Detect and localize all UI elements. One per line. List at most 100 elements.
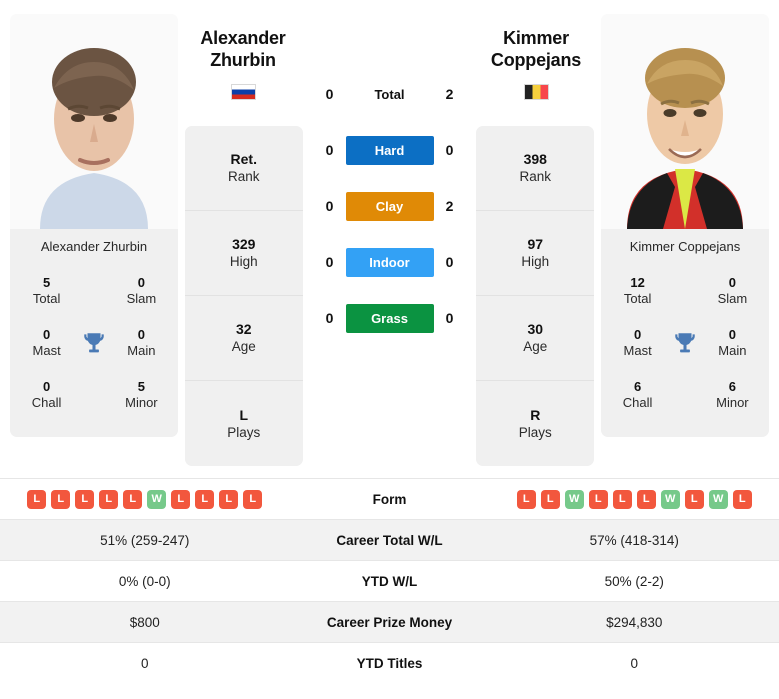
titles-row: 0 Mast 0 Main — [16, 317, 172, 369]
label: Minor — [716, 395, 749, 410]
value: 97 — [527, 236, 544, 253]
form-badge-l: L — [219, 489, 239, 509]
form-badge-l: L — [123, 489, 143, 509]
value: 0 — [633, 326, 642, 342]
titles-main-left: 0 Main — [111, 327, 172, 360]
ytd-titles-left: 0 — [140, 655, 149, 671]
form-badge-w: W — [147, 489, 167, 509]
label: Total — [32, 291, 61, 306]
trophy-icon-glyph — [675, 333, 695, 353]
titles-row: 6 Chall 6 Minor — [607, 369, 763, 421]
h2h-row-indoor: 0 Indoor 0 — [310, 234, 470, 290]
row-label-form: Form — [372, 491, 407, 507]
label: Slam — [717, 291, 748, 306]
row-label-ytd-wl: YTD W/L — [361, 573, 418, 589]
titles-minor-right: 6 Minor — [702, 379, 763, 412]
h2h-left-score: 0 — [325, 86, 334, 102]
flag-russia-icon — [230, 83, 256, 100]
titles-chall-right: 6 Chall — [607, 379, 668, 412]
row-label-career-total-wl: Career Total W/L — [336, 532, 443, 548]
label: Age — [231, 339, 256, 355]
form-badge-l: L — [195, 489, 215, 509]
player-first-name-right: Kimmer — [503, 28, 569, 48]
h2h-surface-total: Total — [374, 86, 405, 102]
player-comparison-page: Alexander Zhurbin 5 Total 0 Slam 0 Mast … — [0, 0, 779, 699]
table-row-ytd-wl: 0% (0-0) YTD W/L 50% (2-2) — [0, 560, 779, 601]
player-name-left: Alexander Zhurbin — [40, 239, 148, 254]
form-badge-l: L — [684, 489, 704, 509]
value: 32 — [235, 321, 252, 338]
form-badge-l: L — [636, 489, 656, 509]
player-header-right: Kimmer Coppejans — [461, 28, 611, 100]
form-badge-l: L — [171, 489, 191, 509]
trophy-icon-glyph — [84, 333, 104, 353]
titles-row: 5 Total 0 Slam — [16, 265, 172, 317]
form-badge-l: L — [612, 489, 632, 509]
h2h-row-clay: 0 Clay 2 — [310, 178, 470, 234]
label: Plays — [518, 424, 552, 440]
player-name-right: Kimmer Coppejans — [629, 239, 741, 254]
titles-grid-left: 5 Total 0 Slam 0 Mast 0 Main 0 Chall 5 M… — [10, 265, 178, 437]
titles-total-left: 5 Total — [16, 275, 77, 308]
label: Mast — [623, 343, 652, 358]
titles-row: 12 Total 0 Slam — [607, 265, 763, 317]
titles-row: 0 Chall 5 Minor — [16, 369, 172, 421]
label: Main — [127, 343, 156, 358]
trophy-icon — [668, 330, 702, 356]
form-badge-l: L — [516, 489, 536, 509]
h2h-left-score: 0 — [325, 254, 334, 270]
player-card-right[interactable]: Kimmer Coppejans 12 Total 0 Slam 0 Mast … — [601, 14, 769, 437]
career-total-wl-left: 51% (259-247) — [100, 532, 190, 548]
value: 5 — [42, 274, 51, 290]
value: 398 — [523, 151, 547, 168]
player-headshot-right-image — [601, 14, 769, 229]
h2h-left-score: 0 — [325, 310, 334, 326]
form-badge-l: L — [540, 489, 560, 509]
table-row-ytd-titles: 0 YTD Titles 0 — [0, 642, 779, 683]
form-badge-l: L — [51, 489, 71, 509]
value: 5 — [137, 378, 145, 394]
stat-plays-right: R Plays — [476, 381, 594, 466]
h2h-left-score: 0 — [325, 142, 334, 158]
stat-rank-left: Ret. Rank — [184, 126, 303, 211]
stat-card-right: 398 Rank 97 High 30 Age R Plays — [476, 126, 595, 466]
flag-belgium-icon — [523, 83, 549, 100]
label: Age — [523, 339, 548, 355]
h2h-right-score: 0 — [445, 310, 454, 326]
value: Ret. — [230, 151, 257, 168]
label: Chall — [622, 395, 653, 410]
h2h-right-score: 0 — [445, 254, 454, 270]
value: 0 — [728, 274, 736, 290]
row-label-career-prize-money: Career Prize Money — [326, 614, 453, 630]
titles-mast-left: 0 Mast — [16, 327, 77, 360]
value: L — [239, 406, 249, 423]
label: Total — [623, 291, 652, 306]
h2h-surface-grass: Grass — [345, 303, 434, 333]
label: Mast — [32, 343, 61, 358]
form-badge-l: L — [99, 489, 119, 509]
titles-chall-left: 0 Chall — [16, 379, 77, 412]
label: Minor — [125, 395, 158, 410]
stat-plays-left: L Plays — [185, 381, 303, 466]
form-right: LLWLLLWLWL — [490, 489, 779, 509]
value: 0 — [728, 326, 736, 342]
career-prize-money-left: $800 — [129, 614, 160, 630]
value: 329 — [232, 236, 256, 253]
trophy-icon — [77, 330, 111, 356]
player-header-left: Alexander Zhurbin — [168, 28, 318, 100]
label: Slam — [126, 291, 157, 306]
player-card-left[interactable]: Alexander Zhurbin 5 Total 0 Slam 0 Mast … — [10, 14, 178, 437]
table-row-form: LLLLLWLLLL Form LLWLLLWLWL — [0, 478, 779, 519]
titles-minor-left: 5 Minor — [111, 379, 172, 412]
comparison-table: LLLLLWLLLL Form LLWLLLWLWL 51% (259-247)… — [0, 478, 779, 683]
titles-slam-right: 0 Slam — [702, 275, 763, 308]
value: 0 — [42, 326, 51, 342]
value: 6 — [633, 378, 642, 394]
compare-section: Alexander Zhurbin 5 Total 0 Slam 0 Mast … — [0, 0, 779, 478]
titles-grid-right: 12 Total 0 Slam 0 Mast 0 Main 6 Chall 6 … — [601, 265, 769, 437]
form-badge-l: L — [27, 489, 47, 509]
titles-mast-right: 0 Mast — [607, 327, 668, 360]
h2h-row-total: 0 Total 2 — [310, 66, 470, 122]
player-first-name-left: Alexander — [200, 28, 286, 48]
player-last-name-right: Coppejans — [490, 49, 582, 70]
